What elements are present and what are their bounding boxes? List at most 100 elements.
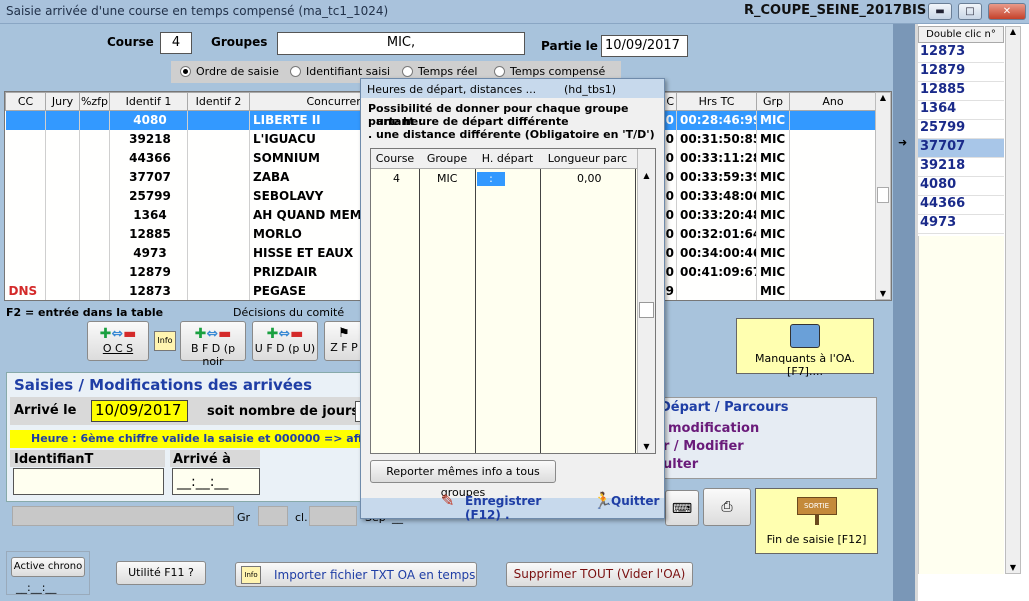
ocs-button[interactable]: ✚⇔▬ O C S [87, 321, 149, 361]
double-clic-item[interactable]: 1364 [918, 101, 1004, 120]
cell-hrs-tc[interactable]: 00:33:20:48 [676, 205, 757, 225]
cell-identif1[interactable]: 1364 [109, 205, 188, 225]
cell-zfp[interactable] [79, 281, 110, 300]
col-cc[interactable]: CC [5, 92, 46, 111]
scroll-up-icon[interactable]: ▲ [638, 171, 655, 180]
col-identif1[interactable]: Identif 1 [109, 92, 188, 111]
cell-ano[interactable] [789, 205, 877, 225]
cell-hrs-tc[interactable]: 00:32:01:64 [676, 224, 757, 244]
cell-jury[interactable] [45, 243, 80, 263]
cell-zfp[interactable] [79, 205, 110, 225]
cell-zfp[interactable] [79, 129, 110, 149]
cell-ano[interactable] [789, 186, 877, 206]
course-field[interactable]: 4 [160, 32, 192, 54]
cell-zfp[interactable] [79, 262, 110, 282]
cell-cc[interactable] [5, 167, 46, 187]
cell-identif2[interactable] [187, 281, 250, 300]
cell-ano[interactable] [789, 148, 877, 168]
double-clic-item[interactable]: 37707 [918, 139, 1004, 158]
depart-option-2[interactable]: r / Modifier [663, 439, 744, 454]
zfp-button[interactable]: ⚑ Z F P [324, 321, 364, 361]
printer-button[interactable]: ⎙ [703, 488, 751, 526]
scroll-down-icon[interactable]: ▼ [876, 289, 890, 298]
cell-identif2[interactable] [187, 167, 250, 187]
cell-cc[interactable] [5, 262, 46, 282]
cell-zfp[interactable] [79, 243, 110, 263]
enregistrer-button[interactable]: ✎ Enregistrer (F12) . [441, 487, 581, 522]
keyboard-button[interactable]: ⌨ [665, 490, 699, 526]
cell-cc[interactable] [5, 129, 46, 149]
cell-identif1[interactable]: 37707 [109, 167, 188, 187]
cell-hrs-tc[interactable]: 00:41:09:67 [676, 262, 757, 282]
cell-identif2[interactable] [187, 262, 250, 282]
cell-zfp[interactable] [79, 148, 110, 168]
cell-ano[interactable] [789, 110, 877, 130]
double-clic-item[interactable]: 44366 [918, 196, 1004, 215]
sort-option-temps-compense[interactable]: Temps compensé [494, 65, 605, 78]
double-clic-item[interactable]: 12879 [918, 63, 1004, 82]
cell-jury[interactable] [45, 148, 80, 168]
info-icon[interactable]: Info [154, 331, 176, 351]
cell-identif2[interactable] [187, 205, 250, 225]
dialog-col-course[interactable]: Course [371, 149, 419, 168]
double-clic-item[interactable]: 4080 [918, 177, 1004, 196]
cell-cc[interactable] [5, 110, 46, 130]
col-ano[interactable]: Ano [789, 92, 877, 111]
cell-cc[interactable] [5, 148, 46, 168]
cell-ano[interactable] [789, 224, 877, 244]
cell-identif2[interactable] [187, 224, 250, 244]
cell-identif2[interactable] [187, 110, 250, 130]
scroll-thumb[interactable] [877, 187, 889, 203]
maximize-button[interactable]: □ [958, 3, 982, 20]
col-jury[interactable]: Jury [45, 92, 80, 111]
cell-ano[interactable] [789, 281, 877, 300]
cell-hrs-tc[interactable] [676, 281, 757, 300]
sort-option-identifiant[interactable]: Identifiant saisi [290, 65, 390, 78]
cell-hrs-tc[interactable]: 00:33:48:06 [676, 186, 757, 206]
cell-identif1[interactable]: 12879 [109, 262, 188, 282]
manquants-button[interactable]: Manquants à l'OA. [F7].... [736, 318, 874, 378]
cell-ano[interactable] [789, 167, 877, 187]
cell-hrs-tc[interactable]: 00:28:46:99 [676, 110, 757, 130]
quitter-button[interactable]: 🏃 Quitter [593, 487, 661, 515]
cell-identif1[interactable]: 4080 [109, 110, 188, 130]
cell-cc[interactable]: DNS [5, 281, 46, 300]
col-grp[interactable]: Grp [756, 92, 790, 111]
cell-grp[interactable]: MIC [756, 129, 790, 149]
cell-cc[interactable] [5, 243, 46, 263]
cell-jury[interactable] [45, 224, 80, 244]
cell-identif2[interactable] [187, 148, 250, 168]
cell-hrs-tc[interactable]: 00:33:11:28 [676, 148, 757, 168]
col-zfp[interactable]: %zfp [79, 92, 110, 111]
cell-zfp[interactable] [79, 224, 110, 244]
cell-identif1[interactable]: 4973 [109, 243, 188, 263]
supprimer-button[interactable]: Supprimer TOUT (Vider l'OA) [506, 562, 693, 587]
scroll-thumb[interactable] [639, 302, 654, 318]
groupes-field[interactable]: MIC, [277, 32, 525, 55]
col-hrs-tc[interactable]: Hrs TC [676, 92, 757, 111]
cell-zfp[interactable] [79, 167, 110, 187]
cell-identif2[interactable] [187, 129, 250, 149]
cell-jury[interactable] [45, 167, 80, 187]
bfd-button[interactable]: ✚⇔▬ B F D (p noir [180, 321, 246, 368]
dialog-col-longueur[interactable]: Longueur parc [540, 149, 635, 168]
reporter-button[interactable]: Reporter mêmes info a tous groupes [370, 460, 556, 499]
double-clic-scrollbar[interactable]: ▲ ▼ [1005, 26, 1021, 574]
cell-identif1[interactable]: 44366 [109, 148, 188, 168]
table-scrollbar[interactable]: ▲ ▼ [875, 92, 891, 300]
scroll-up-icon[interactable]: ▲ [1006, 27, 1020, 36]
scroll-up-icon[interactable]: ▲ [876, 93, 890, 107]
col-identif2[interactable]: Identif 2 [187, 92, 250, 111]
cell-jury[interactable] [45, 110, 80, 130]
identifiant-field[interactable] [13, 468, 164, 495]
cell-jury[interactable] [45, 186, 80, 206]
depart-option-1[interactable]: modification [668, 421, 759, 436]
cell-cc[interactable] [5, 224, 46, 244]
cell-hrs-tc[interactable]: 00:31:50:85 [676, 129, 757, 149]
cell-jury[interactable] [45, 205, 80, 225]
arrive-a-field[interactable]: __:__:__ [172, 468, 260, 495]
cell-grp[interactable]: MIC [756, 224, 790, 244]
cell-ano[interactable] [789, 243, 877, 263]
cell-hrs-tc[interactable]: 00:34:00:46 [676, 243, 757, 263]
cell-identif2[interactable] [187, 243, 250, 263]
